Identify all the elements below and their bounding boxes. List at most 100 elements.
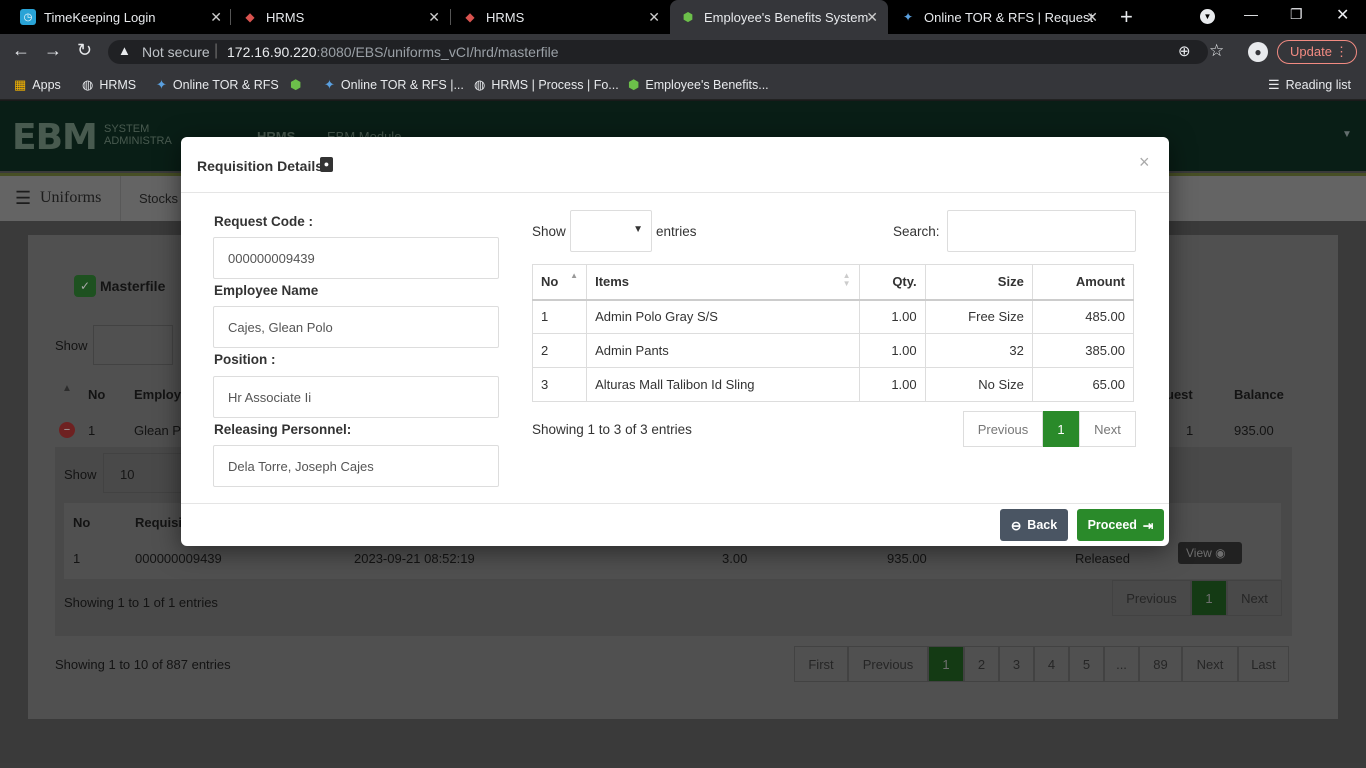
sign-in-icon: ⇥: [1142, 518, 1154, 533]
forward-arrow-icon[interactable]: →: [44, 40, 62, 61]
close-window-icon[interactable]: ✕: [1336, 5, 1349, 25]
cell-no: 1: [531, 299, 588, 334]
bookmark-star-icon[interactable]: ☆: [1209, 41, 1224, 61]
search-label: Search:: [893, 224, 940, 239]
table-header-row: No ▲ Items ▲ ▼ Qty. Size Amount: [531, 264, 1135, 301]
proceed-button[interactable]: Proceed ⇥: [1077, 509, 1164, 541]
col-qty-header[interactable]: Qty.: [858, 264, 926, 301]
bookmark-ebs-icon-only[interactable]: ⬢: [290, 77, 307, 93]
modal-header: Requisition Details ● ×: [181, 137, 1169, 193]
table-row: 3 Alturas Mall Talibon Id Sling 1.00 No …: [531, 367, 1135, 402]
bookmark-hrms-process[interactable]: ◍ HRMS | Process | Fo...: [474, 77, 619, 93]
page-1-button[interactable]: 1: [1043, 411, 1079, 447]
cell-size: 32: [924, 333, 1033, 368]
close-tab-icon[interactable]: ✕: [428, 9, 440, 26]
bookmark-tor[interactable]: ✦ Online TOR & RFS: [156, 77, 279, 93]
tab-title: Online TOR & RFS | Request: [924, 9, 1094, 25]
footer-divider: [181, 503, 1169, 504]
bookmark-ebs[interactable]: ⬢ Employee's Benefits...: [628, 77, 769, 93]
ebs-icon: ⬢: [682, 10, 694, 24]
col-amount-header[interactable]: Amount: [1031, 264, 1135, 301]
bookmarks-bar: ▦ Apps ◍ HRMS ✦ Online TOR & RFS ⬢ ✦ Online …: [0, 70, 1366, 100]
bookmark-label: Employee's Benefits...: [645, 78, 769, 92]
bookmark-label: Apps: [32, 78, 61, 92]
minimize-icon[interactable]: —: [1244, 6, 1258, 22]
back-button[interactable]: ⊖ Back: [1000, 509, 1068, 541]
col-qty-label: Qty.: [892, 274, 917, 290]
tor-icon: ✦: [324, 77, 335, 92]
next-button[interactable]: Next: [1079, 411, 1136, 447]
zoom-icon[interactable]: ⊕: [1178, 42, 1191, 60]
search-input[interactable]: [947, 210, 1136, 252]
employee-name-field[interactable]: Cajes, Glean Polo: [213, 306, 499, 348]
tab-title: Employee's Benefits System: [704, 9, 869, 25]
close-tab-icon[interactable]: ✕: [866, 9, 878, 26]
reading-list[interactable]: ☰ Reading list: [1268, 77, 1351, 93]
previous-label: Previous: [977, 421, 1029, 437]
bookmark-label: HRMS: [99, 78, 137, 92]
table-row: 2 Admin Pants 1.00 32 385.00: [531, 333, 1135, 368]
new-tab-icon[interactable]: +: [1120, 4, 1133, 30]
col-size-label: Size: [997, 274, 1024, 290]
cell-qty: 1.00: [858, 333, 926, 368]
profile-icon[interactable]: ●: [1248, 42, 1268, 62]
next-label: Next: [1094, 421, 1121, 437]
globe-icon: ◍: [82, 77, 94, 92]
bookmark-apps[interactable]: ▦ Apps: [14, 77, 61, 93]
releasing-personnel-field[interactable]: Dela Torre, Joseph Cajes: [213, 445, 499, 487]
globe-icon: ◍: [474, 77, 486, 92]
browser-tab[interactable]: ◷ TimeKeeping Login ✕: [10, 0, 232, 34]
url-host: 172.16.90.220: [227, 44, 317, 60]
address-bar[interactable]: ▲ Not secure | 172.16.90.220:8080/EBS/un…: [108, 40, 1208, 64]
close-tab-icon[interactable]: ✕: [1086, 9, 1098, 26]
update-button[interactable]: Update ⋮: [1277, 40, 1357, 64]
more-vert-icon: ⋮: [1335, 44, 1348, 59]
browser-tab-active[interactable]: ⬢ Employee's Benefits System ✕: [670, 0, 888, 34]
previous-button[interactable]: Previous: [963, 411, 1043, 447]
request-code-field[interactable]: 000000009439: [213, 237, 499, 279]
show-label: Show: [532, 224, 566, 239]
browser-tab[interactable]: ✦ Online TOR & RFS | Request ✕: [890, 0, 1108, 34]
tor-icon: ✦: [156, 77, 167, 92]
request-code-value: 000000009439: [228, 250, 315, 266]
security-label: Not secure: [142, 44, 210, 60]
col-amount-label: Amount: [1075, 274, 1125, 290]
col-no-header[interactable]: No ▲: [531, 264, 588, 301]
close-icon[interactable]: ×: [1139, 152, 1150, 173]
releasing-personnel-value: Dela Torre, Joseph Cajes: [228, 458, 374, 474]
browser-tab-bar: ◷ TimeKeeping Login ✕ ◆ HRMS ✕ ◆ HRMS ✕ …: [0, 0, 1366, 34]
bookmark-tor-2[interactable]: ✦ Online TOR & RFS |...: [324, 77, 464, 93]
browser-tab[interactable]: ◆ HRMS ✕: [452, 0, 670, 34]
tab-title: HRMS: [266, 9, 305, 25]
position-label: Position :: [214, 352, 276, 367]
url-path: :8080/EBS/uniforms_vCI/hrd/masterfile: [316, 44, 559, 60]
bookmark-label: Online TOR & RFS: [172, 78, 279, 92]
apps-grid-icon: ▦: [14, 77, 27, 92]
tab-search-icon[interactable]: ▼: [1200, 9, 1215, 24]
bookmark-hrms[interactable]: ◍ HRMS: [82, 77, 136, 93]
close-tab-icon[interactable]: ✕: [648, 9, 660, 26]
entries-label: entries: [656, 224, 697, 239]
url-text: 172.16.90.220:8080/EBS/uniforms_vCI/hrd/…: [227, 44, 559, 60]
cell-amount: 385.00: [1031, 333, 1135, 368]
items-table: No ▲ Items ▲ ▼ Qty. Size Amount 1 Admin Pol…: [531, 264, 1135, 402]
back-circle-icon: ⊖: [1010, 518, 1022, 533]
browser-tab[interactable]: ◆ HRMS ✕: [232, 0, 450, 34]
back-label: Back: [1027, 518, 1058, 532]
reading-list-label: Reading list: [1285, 78, 1351, 92]
col-items-label: Items: [595, 274, 630, 290]
hrms-icon: ◆: [245, 10, 255, 24]
col-items-header[interactable]: Items ▲ ▼: [586, 264, 860, 301]
bookmark-label: Online TOR & RFS |...: [340, 78, 464, 92]
close-tab-icon[interactable]: ✕: [210, 9, 222, 26]
col-no-label: No: [541, 274, 559, 290]
cell-qty: 1.00: [858, 367, 926, 402]
back-arrow-icon[interactable]: ←: [12, 40, 30, 61]
timekeeping-icon: ◷: [20, 9, 36, 25]
position-field[interactable]: Hr Associate Ii: [213, 376, 499, 418]
entries-select[interactable]: ▼: [570, 210, 652, 252]
reload-icon[interactable]: ↻: [77, 40, 92, 61]
cell-qty: 1.00: [858, 299, 926, 334]
restore-icon[interactable]: ❐: [1290, 6, 1303, 23]
col-size-header[interactable]: Size: [924, 264, 1033, 301]
